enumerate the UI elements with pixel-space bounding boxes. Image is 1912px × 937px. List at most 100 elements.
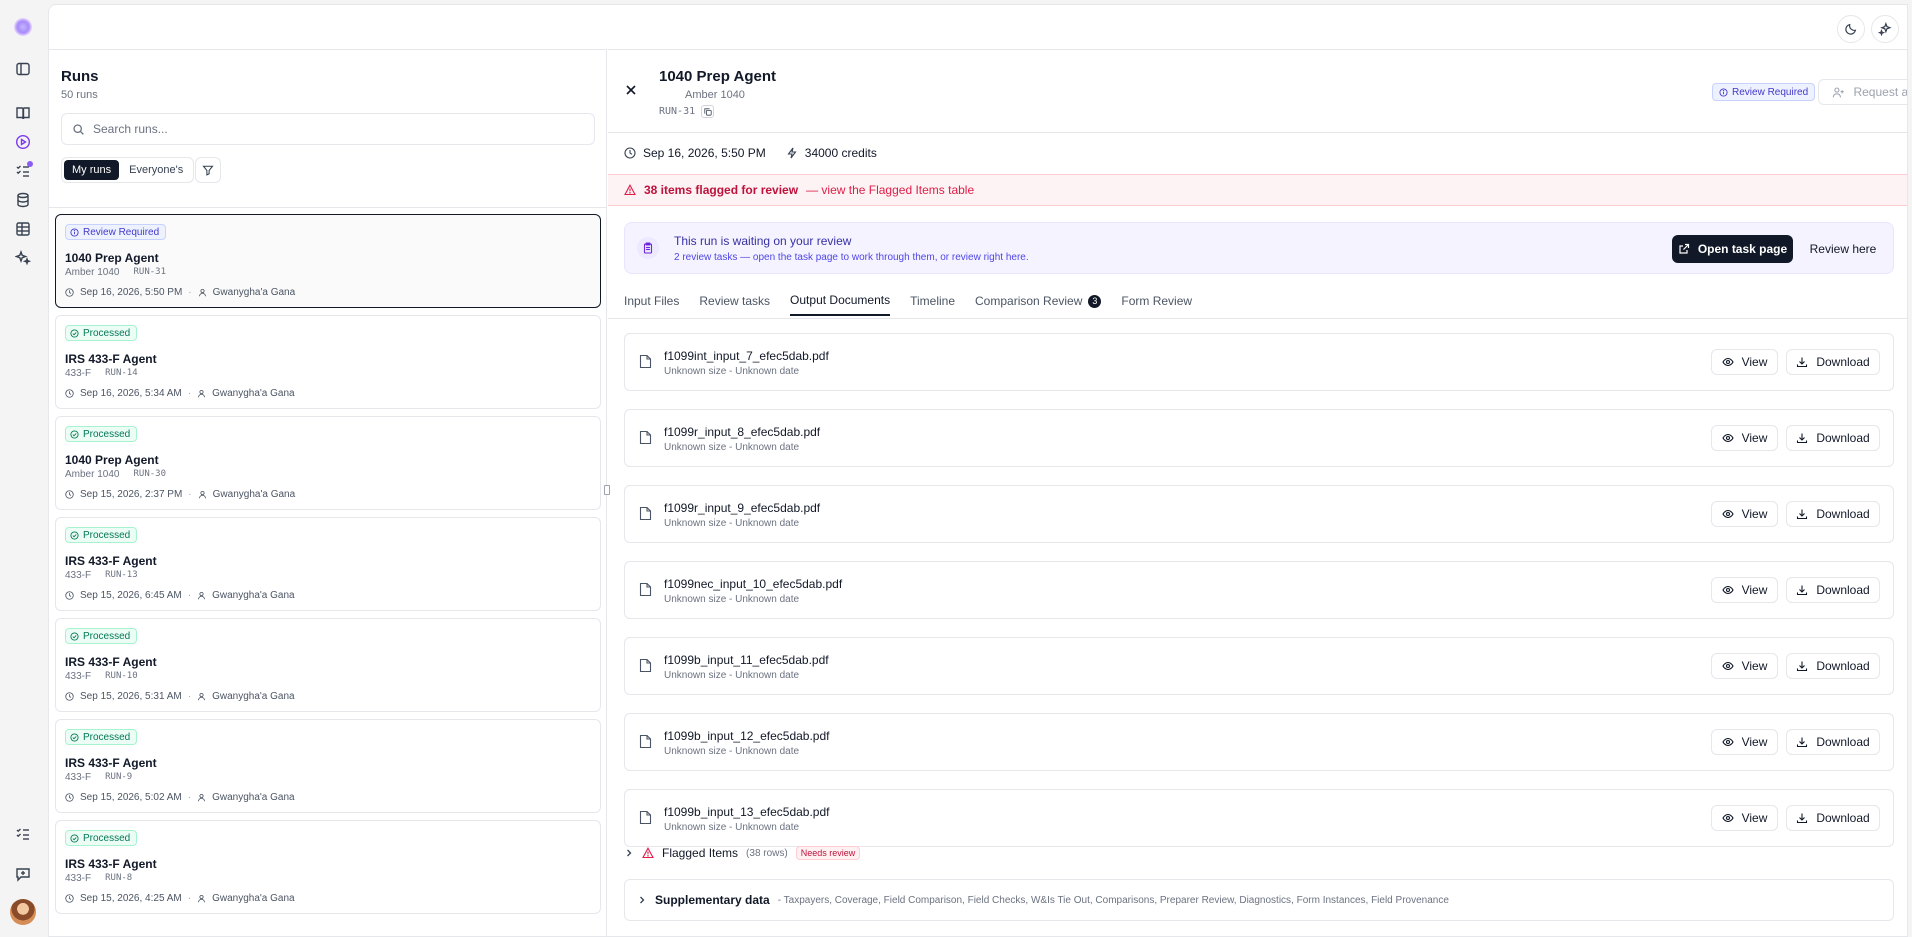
user-icon xyxy=(198,389,206,398)
everyones-runs-button[interactable]: Everyone's xyxy=(121,160,191,180)
run-subtitle: 433-F RUN-10 xyxy=(65,671,138,682)
file-icon xyxy=(639,658,652,673)
run-subtitle: 433-F RUN-8 xyxy=(65,873,133,884)
tab-input-files[interactable]: Input Files xyxy=(624,286,679,316)
download-button[interactable]: Download xyxy=(1786,349,1880,375)
chevron-right-icon xyxy=(627,849,632,857)
eye-icon xyxy=(1721,433,1734,443)
run-title: IRS 433-F Agent xyxy=(65,756,157,770)
view-button[interactable]: View xyxy=(1711,349,1778,375)
file-name: f1099r_input_9_efec5dab.pdf xyxy=(664,501,821,515)
run-card[interactable]: Processed 1040 Prep Agent Amber 1040 RUN-30… xyxy=(55,416,601,510)
review-here-button[interactable]: Review here xyxy=(1803,235,1883,263)
view-button[interactable]: View xyxy=(1711,729,1778,755)
run-title: 1040 Prep Agent xyxy=(65,453,159,467)
view-button[interactable]: View xyxy=(1711,425,1778,451)
download-button[interactable]: Download xyxy=(1786,729,1880,755)
user-icon xyxy=(198,591,206,600)
user-icon xyxy=(198,692,206,701)
database-icon[interactable] xyxy=(12,189,34,211)
supplementary-data-label: Supplementary data xyxy=(655,893,770,907)
check-circle-icon xyxy=(70,833,79,843)
sparkles-icon[interactable] xyxy=(12,247,34,269)
download-button[interactable]: Download xyxy=(1786,653,1880,679)
run-card[interactable]: Processed IRS 433-F Agent 433-F RUN-13 Sep 1… xyxy=(55,517,601,611)
play-circle-icon[interactable] xyxy=(12,131,34,153)
search-input[interactable] xyxy=(93,122,573,136)
tab-output-documents[interactable]: Output Documents xyxy=(790,286,891,316)
clock-icon xyxy=(65,591,74,600)
copy-icon xyxy=(704,107,712,116)
app-logo[interactable] xyxy=(14,18,32,36)
run-card[interactable]: Review Required 1040 Prep Agent Amber 1040… xyxy=(55,214,601,308)
tab-review-tasks[interactable]: Review tasks xyxy=(699,286,770,316)
document-row: f1099b_input_12_efec5dab.pdf Unknown size… xyxy=(624,713,1894,771)
run-card[interactable]: Processed IRS 433-F Agent 433-F RUN-10 Sep 1… xyxy=(55,618,601,712)
close-icon[interactable] xyxy=(624,83,638,97)
tab-timeline[interactable]: Timeline xyxy=(910,286,955,316)
file-meta: Unknown size - Unknown date xyxy=(664,746,800,757)
message-plus-icon[interactable] xyxy=(12,863,34,885)
download-button[interactable]: Download xyxy=(1786,805,1880,831)
tab-form-review[interactable]: Form Review xyxy=(1121,286,1192,316)
document-row: f1099r_input_9_efec5dab.pdf Unknown size … xyxy=(624,485,1894,543)
document-row: f1099b_input_11_efec5dab.pdf Unknown size… xyxy=(624,637,1894,695)
checklist-icon[interactable] xyxy=(12,823,34,845)
sidebar-toggle-icon[interactable] xyxy=(12,58,34,80)
run-title: IRS 433-F Agent xyxy=(65,857,157,871)
check-circle-icon xyxy=(70,328,79,338)
book-icon[interactable] xyxy=(12,102,34,124)
status-badge: Review Required xyxy=(65,224,167,240)
clock-icon xyxy=(65,389,74,398)
app-rail xyxy=(0,0,46,937)
table-icon[interactable] xyxy=(12,218,34,240)
open-task-page-button[interactable]: Open task page xyxy=(1672,235,1793,263)
search-box[interactable] xyxy=(61,113,595,145)
checklist-icon[interactable] xyxy=(12,160,34,182)
request-approval-button[interactable]: Request approval xyxy=(1818,79,1907,105)
theme-toggle-button[interactable] xyxy=(1837,15,1865,43)
download-button[interactable]: Download xyxy=(1786,577,1880,603)
filter-button[interactable] xyxy=(195,157,221,183)
supplementary-data-section[interactable]: Supplementary data - Taxpayers, Coverage… xyxy=(624,879,1894,921)
tab-comparison-review[interactable]: Comparison Review 3 xyxy=(975,286,1102,316)
avatar[interactable] xyxy=(10,899,36,925)
run-subtitle: 433-F RUN-9 xyxy=(65,772,133,783)
file-meta: Unknown size - Unknown date xyxy=(664,822,800,833)
run-scope-toggle: My runs Everyone's xyxy=(61,157,195,183)
run-title: IRS 433-F Agent xyxy=(65,352,157,366)
view-button[interactable]: View xyxy=(1711,805,1778,831)
download-button[interactable]: Download xyxy=(1786,425,1880,451)
download-button[interactable]: Download xyxy=(1786,501,1880,527)
file-name: f1099b_input_13_efec5dab.pdf xyxy=(664,805,830,819)
run-card[interactable]: Processed IRS 433-F Agent 433-F RUN-8 Sep 15… xyxy=(55,820,601,914)
file-icon xyxy=(639,810,652,825)
flagged-items-link[interactable]: — view the Flagged Items table xyxy=(806,183,974,197)
status-badge: Processed xyxy=(65,830,138,846)
view-button[interactable]: View xyxy=(1711,653,1778,679)
eye-icon xyxy=(1721,585,1734,595)
run-subtitle: 433-F RUN-13 xyxy=(65,570,138,581)
run-title: IRS 433-F Agent xyxy=(65,554,157,568)
eye-icon xyxy=(1721,509,1734,519)
copy-button[interactable] xyxy=(701,105,715,118)
flagged-items-label: Flagged Items xyxy=(662,846,739,860)
supplementary-data-list: - Taxpayers, Coverage, Field Comparison,… xyxy=(777,894,1449,906)
status-badge: Processed xyxy=(65,628,138,644)
run-info: Sep 16, 2026, 5:50 PM 34000 credits xyxy=(624,146,877,160)
my-runs-button[interactable]: My runs xyxy=(64,160,120,180)
clock-icon xyxy=(65,288,74,297)
flagged-items-section[interactable]: Flagged Items (38 rows) Needs review xyxy=(624,846,861,860)
file-name: f1099b_input_12_efec5dab.pdf xyxy=(664,729,830,743)
view-button[interactable]: View xyxy=(1711,501,1778,527)
view-button[interactable]: View xyxy=(1711,577,1778,603)
eye-icon xyxy=(1721,737,1734,747)
run-id: RUN-31 xyxy=(659,105,715,118)
download-icon xyxy=(1797,357,1808,368)
status-badge: Processed xyxy=(65,325,138,341)
file-meta: Unknown size - Unknown date xyxy=(664,518,800,529)
run-card[interactable]: Processed IRS 433-F Agent 433-F RUN-9 Sep 15… xyxy=(55,719,601,813)
ai-assistant-button[interactable] xyxy=(1871,15,1899,43)
document-row: f1099nec_input_10_efec5dab.pdf Unknown si… xyxy=(624,561,1894,619)
run-card[interactable]: Processed IRS 433-F Agent 433-F RUN-14 Sep 1… xyxy=(55,315,601,409)
